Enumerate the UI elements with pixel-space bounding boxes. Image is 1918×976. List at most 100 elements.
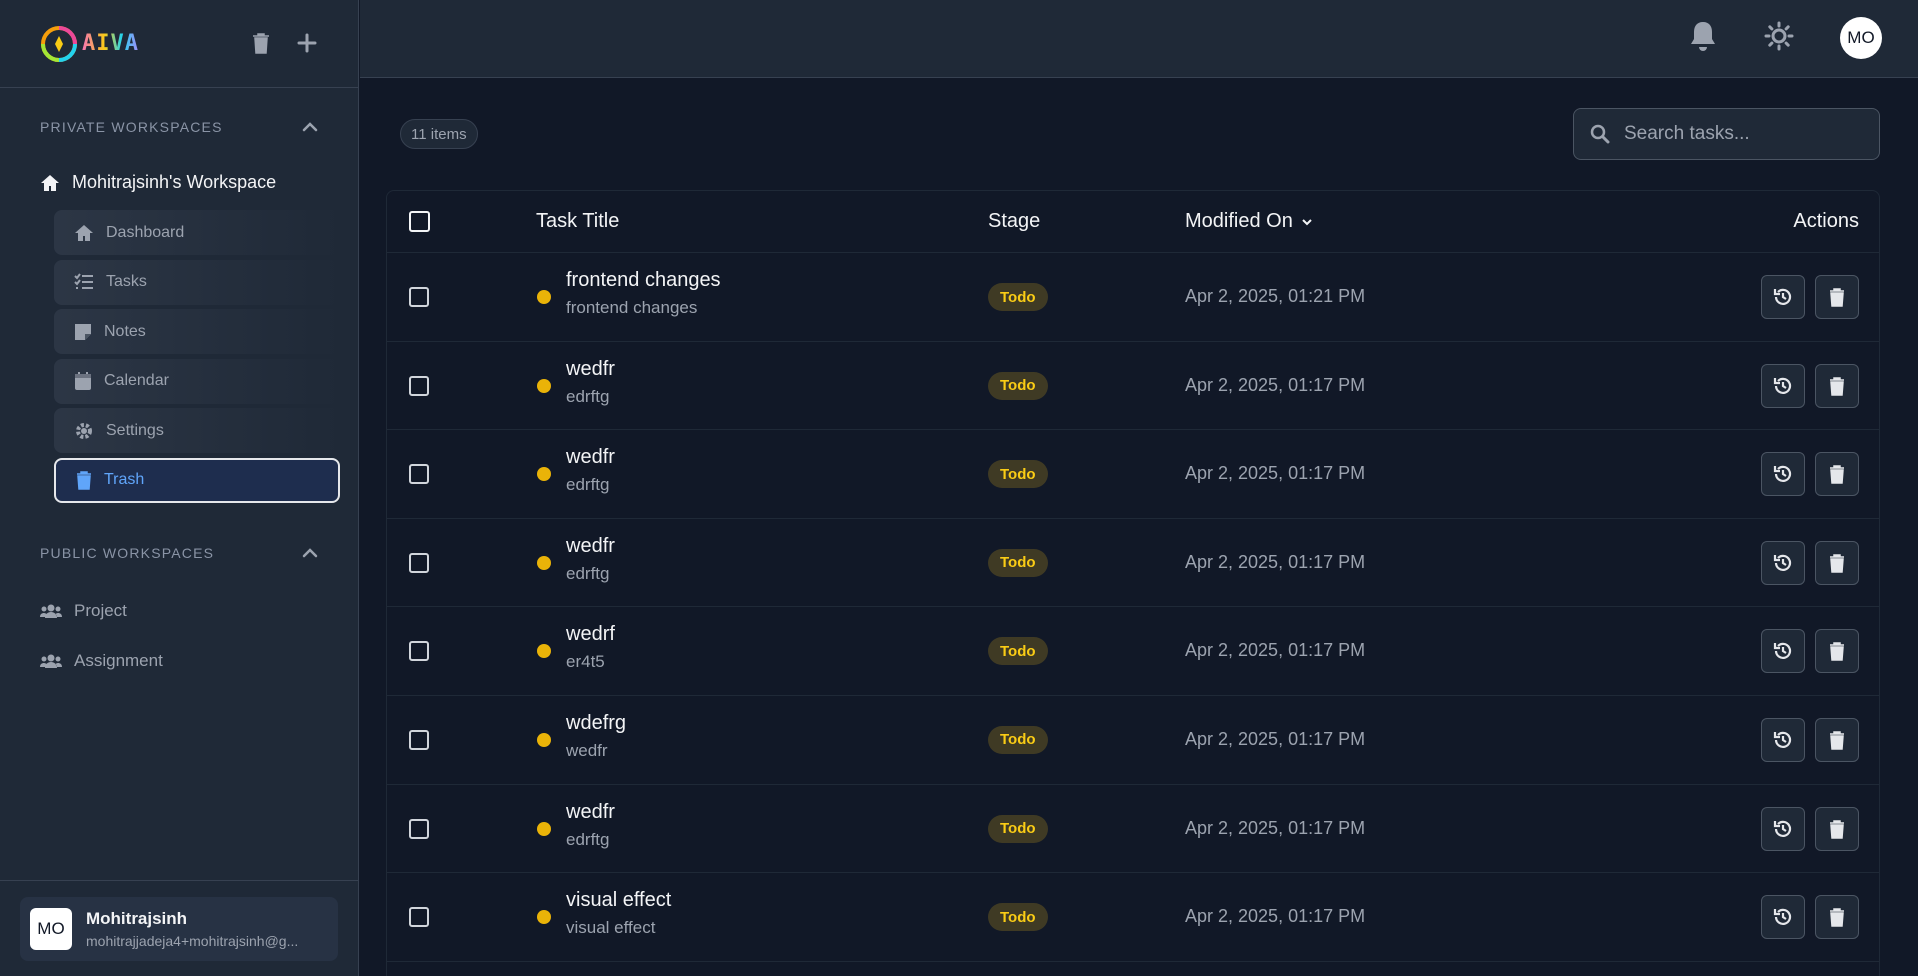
restore-button[interactable] bbox=[1761, 275, 1805, 319]
note-icon bbox=[75, 323, 91, 340]
delete-button[interactable] bbox=[1815, 629, 1859, 674]
sidebar-item-label: Tasks bbox=[106, 273, 147, 291]
modified-date: Apr 2, 2025, 01:17 PM bbox=[1185, 906, 1366, 927]
status-dot bbox=[537, 555, 551, 570]
restore-button[interactable] bbox=[1761, 540, 1805, 585]
delete-button[interactable] bbox=[1815, 806, 1859, 851]
task-subtitle: edrftg bbox=[566, 475, 610, 495]
restore-button[interactable] bbox=[1761, 452, 1805, 497]
task-title-cell[interactable]: wedfr edrftg bbox=[566, 535, 615, 584]
home-icon bbox=[75, 224, 93, 241]
chevron-up-icon[interactable] bbox=[302, 122, 318, 132]
trash-icon bbox=[1829, 730, 1845, 750]
task-title-cell[interactable]: wedfr edrftg bbox=[566, 446, 615, 495]
public-workspaces-header[interactable]: PUBLIC WORKSPACES bbox=[40, 545, 318, 561]
delete-button[interactable] bbox=[1815, 540, 1859, 585]
task-title-cell[interactable]: frontend changes frontend changes bbox=[566, 269, 721, 318]
trash-icon bbox=[77, 471, 91, 491]
row-checkbox[interactable] bbox=[409, 729, 429, 750]
restore-button[interactable] bbox=[1761, 895, 1805, 940]
table-row[interactable]: wdefrg wedfr Todo Apr 2, 2025, 01:17 PM bbox=[387, 696, 1879, 785]
column-header-modified[interactable]: Modified On bbox=[1185, 210, 1313, 233]
restore-button[interactable] bbox=[1761, 363, 1805, 408]
task-title-cell[interactable]: wedfr edrftg bbox=[566, 358, 615, 407]
task-subtitle: wedfr bbox=[566, 740, 608, 760]
search-box[interactable] bbox=[1573, 108, 1880, 160]
delete-button[interactable] bbox=[1815, 452, 1859, 497]
task-title: wdefrg bbox=[566, 711, 627, 734]
trash-icon bbox=[1829, 553, 1845, 573]
row-checkbox[interactable] bbox=[409, 907, 429, 928]
sidebar-item-label: Dashboard bbox=[106, 223, 185, 241]
modified-date: Apr 2, 2025, 01:17 PM bbox=[1185, 551, 1366, 572]
task-title-cell[interactable]: wedfr edrftg bbox=[566, 801, 615, 850]
table-row[interactable]: wedfr edrftg Todo Apr 2, 2025, 01:17 PM bbox=[387, 342, 1879, 431]
sidebar-item-notes[interactable]: Notes bbox=[54, 309, 340, 355]
sidebar-item-dashboard[interactable]: Dashboard bbox=[54, 210, 340, 255]
chevron-up-icon[interactable] bbox=[302, 548, 318, 558]
workspace-name: Mohitrajsinh's Workspace bbox=[72, 172, 277, 192]
restore-button[interactable] bbox=[1761, 806, 1805, 851]
restore-button[interactable] bbox=[1761, 629, 1805, 674]
sidebar-item-label: Project bbox=[74, 601, 127, 620]
table-row[interactable]: wedfr edrftg Todo Apr 2, 2025, 01:17 PM bbox=[387, 519, 1879, 608]
table-row[interactable]: wedfr edrftg Todo Apr 2, 2025, 01:17 PM bbox=[387, 430, 1879, 519]
history-icon bbox=[1773, 641, 1793, 661]
select-all-checkbox[interactable] bbox=[409, 211, 430, 232]
row-checkbox[interactable] bbox=[409, 552, 429, 573]
table-row[interactable]: frontend changes frontend changes Todo Apr … bbox=[387, 253, 1879, 342]
bell-icon[interactable] bbox=[1688, 20, 1718, 57]
task-title-cell[interactable]: wdefrg wedfr bbox=[566, 712, 626, 761]
sidebar-item-label: Trash bbox=[104, 471, 145, 489]
theme-toggle-sun-icon[interactable] bbox=[1764, 21, 1794, 56]
history-icon bbox=[1773, 553, 1793, 573]
column-header-title[interactable]: Task Title bbox=[536, 210, 619, 233]
sidebar-item-calendar[interactable]: Calendar bbox=[54, 358, 340, 404]
private-workspaces-header[interactable]: PRIVATE WORKSPACES bbox=[40, 119, 318, 135]
avatar[interactable]: MO bbox=[1840, 17, 1882, 59]
sidebar-item-tasks[interactable]: Tasks bbox=[54, 259, 340, 305]
delete-button[interactable] bbox=[1815, 275, 1859, 319]
row-checkbox[interactable] bbox=[409, 287, 429, 307]
task-title: wedfr bbox=[566, 534, 615, 557]
task-subtitle: frontend changes bbox=[566, 298, 698, 317]
row-checkbox[interactable] bbox=[409, 641, 429, 662]
trash-icon[interactable] bbox=[250, 28, 272, 58]
workspace-title[interactable]: Mohitrajsinh's Workspace bbox=[40, 172, 276, 193]
plus-icon[interactable] bbox=[296, 28, 318, 58]
status-dot bbox=[537, 910, 551, 925]
row-checkbox[interactable] bbox=[409, 464, 429, 485]
task-title-cell[interactable]: wedrf er4t5 bbox=[566, 623, 615, 672]
sidebar-item-project[interactable]: Project bbox=[40, 601, 127, 621]
sidebar-item-trash[interactable]: Trash bbox=[54, 457, 340, 503]
status-dot bbox=[537, 732, 551, 747]
row-checkbox[interactable] bbox=[409, 375, 429, 396]
trash-icon bbox=[1829, 376, 1845, 396]
modified-date: Apr 2, 2025, 01:17 PM bbox=[1185, 374, 1366, 395]
sidebar-header: AIVA bbox=[0, 0, 358, 88]
table-row[interactable]: wedfr edrftg Todo Apr 2, 2025, 01:17 PM bbox=[387, 785, 1879, 874]
user-email: mohitrajjadeja4+mohitrajsinh@g... bbox=[86, 933, 299, 949]
column-header-stage[interactable]: Stage bbox=[988, 210, 1040, 233]
task-subtitle: er4t5 bbox=[566, 652, 605, 672]
table-row[interactable]: wedrf er4t5 Todo Apr 2, 2025, 01:17 PM bbox=[387, 607, 1879, 696]
delete-button[interactable] bbox=[1815, 717, 1859, 762]
search-input[interactable] bbox=[1624, 123, 1864, 145]
user-name: Mohitrajsinh bbox=[86, 909, 188, 928]
app-logo[interactable]: AIVA bbox=[40, 25, 139, 63]
logo-mark-icon bbox=[41, 25, 77, 62]
user-card[interactable]: MO Mohitrajsinh mohitrajjadeja4+mohitraj… bbox=[20, 897, 338, 961]
history-icon bbox=[1773, 464, 1793, 484]
restore-button[interactable] bbox=[1761, 717, 1805, 762]
delete-button[interactable] bbox=[1815, 895, 1859, 940]
sidebar-item-settings[interactable]: Settings bbox=[54, 408, 340, 454]
table-body: frontend changes frontend changes Todo Apr … bbox=[387, 253, 1879, 962]
row-checkbox[interactable] bbox=[409, 818, 429, 839]
table-row[interactable]: visual effect visual effect Todo Apr 2, 202… bbox=[387, 873, 1879, 962]
status-dot bbox=[537, 467, 551, 482]
private-workspaces-label: PRIVATE WORKSPACES bbox=[40, 119, 223, 135]
task-title-cell[interactable]: visual effect visual effect bbox=[566, 889, 671, 938]
delete-button[interactable] bbox=[1815, 363, 1859, 408]
sidebar-item-assignment[interactable]: Assignment bbox=[40, 651, 163, 671]
tasks-table: Task Title Stage Modified On Actions fro… bbox=[386, 190, 1880, 976]
